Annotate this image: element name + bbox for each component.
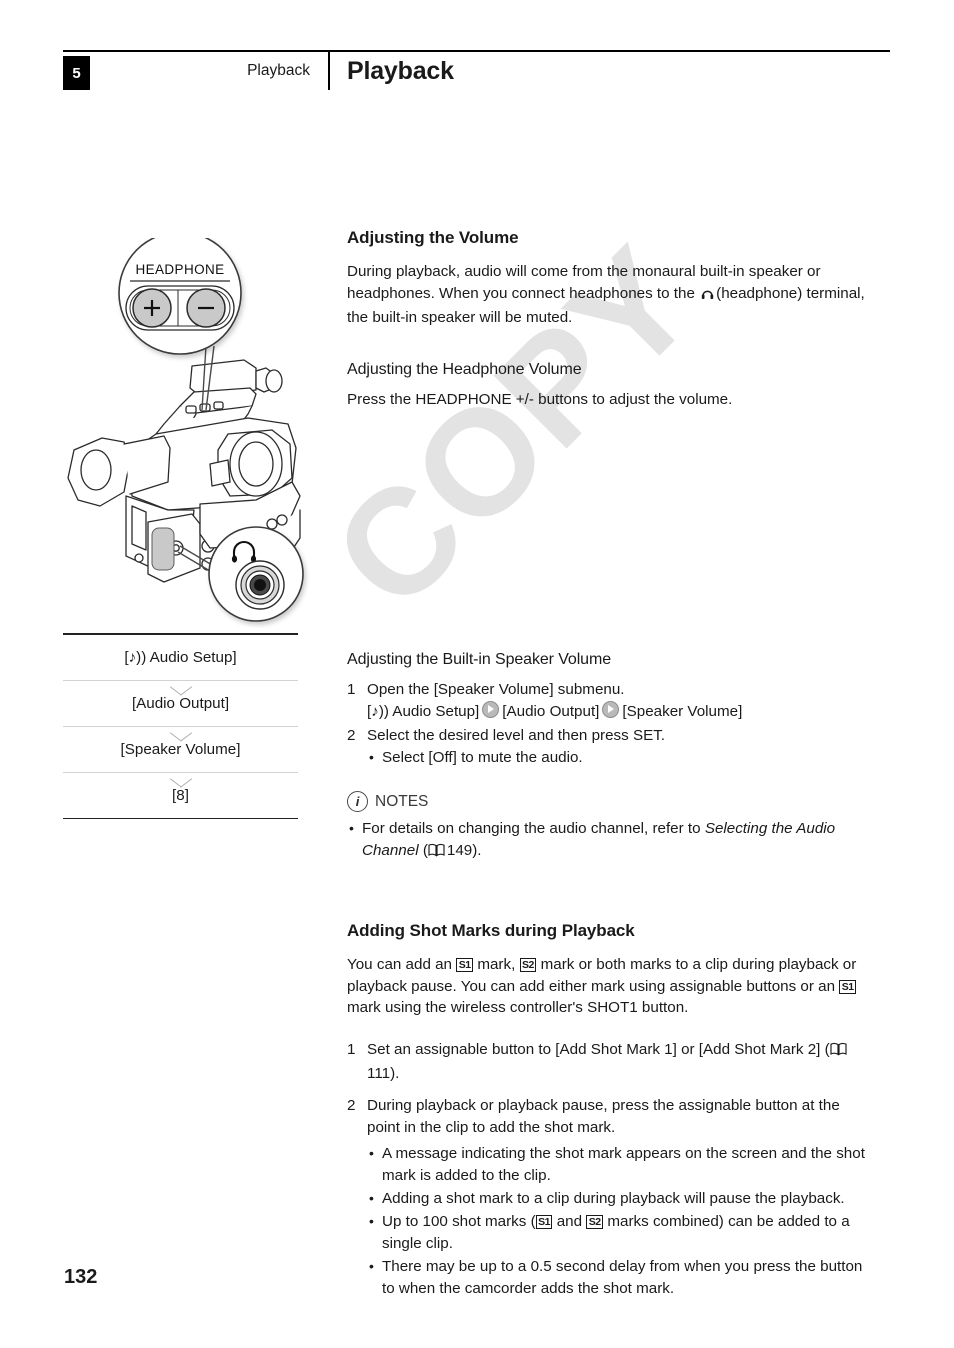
shot-marks-step-1-page: 111). [367, 1064, 400, 1082]
menu-row-audio-setup[interactable]: [♪)) Audio Setup] [63, 635, 298, 680]
notes-bullet-audio-channel: For details on changing the audio channe… [347, 817, 875, 864]
notes-bullet-page: 149). [446, 842, 482, 859]
adjusting-volume-intro: During playback, audio will come from th… [347, 261, 875, 329]
shot-marks-bullet-message: A message indicating the shot mark appea… [367, 1142, 875, 1187]
speaker-volume-steps: 1 Open the [Speaker Volume] submenu. [♪)… [347, 679, 875, 769]
speaker-step-2-bullet: Select [Off] to mute the audio. [367, 746, 875, 769]
shot-marks-step-1-number: 1 [347, 1040, 356, 1058]
notes-list: For details on changing the audio channe… [347, 817, 875, 864]
shot-marks-intro: You can add an S1 mark, S2 mark or both … [347, 954, 875, 1019]
shot-marks-step-2: 2 During playback or playback pause, pre… [347, 1095, 875, 1300]
menu-row-separator [63, 725, 298, 727]
subsection-heading-speaker-volume: Adjusting the Built-in Speaker Volume [347, 651, 612, 668]
menu-row-audio-setup-label: [♪)) Audio Setup] [124, 648, 237, 666]
menu-path-item-3: [Speaker Volume] [622, 703, 743, 720]
chapter-number-badge: 5 [63, 56, 90, 90]
page-title: Playback [347, 57, 454, 85]
speaker-step-2-text: Select the desired level and then press … [367, 727, 666, 744]
shot-mark-1-icon: S1 [535, 1214, 553, 1229]
subsection-heading-headphone-volume: Adjusting the Headphone Volume [347, 360, 582, 378]
section-heading-shot-marks: Adding Shot Marks during Playback [347, 921, 635, 940]
shot-marks-intro-d: mark using the wireless controller's SHO… [347, 999, 689, 1016]
shot-marks-bullet-pause: Adding a shot mark to a clip during play… [367, 1187, 875, 1210]
header-rule [63, 50, 890, 52]
shot-marks-step-2-number: 2 [347, 1096, 356, 1114]
notes-bullet-text-a: For details on changing the audio channe… [362, 820, 701, 837]
main-content-column: Adjusting the Volume During playback, au… [347, 228, 875, 1302]
shot-marks-step-1: 1 Set an assignable button to [Add Shot … [347, 1039, 875, 1085]
shot-mark-2-icon: S2 [519, 958, 537, 972]
shot-mark-1-icon: S1 [456, 958, 474, 972]
notes-label: NOTES [375, 792, 429, 810]
speaker-step-1-menu-path: [♪)) Audio Setup] [Audio Output] [Speaker … [367, 701, 875, 723]
speaker-step-2-number: 2 [347, 727, 356, 744]
headphone-callout-label: HEADPHONE [135, 262, 224, 277]
shot-marks-bullet-limit-b: and [556, 1212, 583, 1230]
camcorder-illustration: HEADPHONE [60, 231, 320, 628]
camcorder-illustration-svg: HEADPHONE [67, 231, 304, 622]
shot-mark-2-icon: S2 [586, 1214, 604, 1229]
book-icon [428, 842, 445, 864]
shot-marks-bullet-limit: Up to 100 shot marks (S1 and S2 marks co… [367, 1210, 875, 1255]
menu-row-separator [63, 771, 298, 773]
menu-path-item-2: [Audio Output] [502, 703, 600, 720]
notes-header: i NOTES [347, 791, 875, 812]
menu-row-audio-output-label: [Audio Output] [131, 694, 230, 712]
shot-mark-1-icon: S1 [839, 979, 857, 994]
speaker-step-2: 2 Select the desired level and then pres… [347, 725, 875, 769]
page-number: 132 [64, 1266, 98, 1288]
speaker-step-2-bullets: Select [Off] to mute the audio. [367, 746, 875, 769]
menu-path-item-1: [♪)) Audio Setup] [367, 703, 480, 720]
menu-row-speaker-volume-label: [Speaker Volume] [120, 740, 241, 758]
shot-marks-bullets: A message indicating the shot mark appea… [367, 1142, 875, 1300]
shot-marks-bullet-delay: There may be up to a 0.5 second delay fr… [367, 1255, 875, 1300]
speaker-step-1-number: 1 [347, 681, 356, 698]
headphone-icon [700, 286, 715, 308]
arrow-right-icon [602, 701, 620, 718]
shot-marks-step-1-text: Set an assignable button to [Add Shot Ma… [367, 1040, 821, 1058]
shot-marks-bullet-limit-a: Up to 100 shot marks ( [382, 1212, 536, 1230]
menu-row-value-label: [8] [172, 786, 189, 804]
menu-table-bottom-rule [63, 817, 298, 820]
shot-marks-steps: 1 Set an assignable button to [Add Shot … [347, 1039, 875, 1300]
shot-marks-intro-a: You can add an [347, 956, 453, 973]
arrow-right-icon [482, 701, 500, 718]
menu-path-table: [♪)) Audio Setup] [Audio Output] [Speake… [63, 633, 298, 820]
section-heading-adjusting-volume: Adjusting the Volume [347, 228, 519, 247]
shot-marks-step-2-text: During playback or playback pause, press… [367, 1096, 840, 1136]
running-head: Playback [247, 62, 310, 79]
menu-row-separator [63, 679, 298, 681]
info-icon: i [347, 791, 368, 812]
speaker-step-1: 1 Open the [Speaker Volume] submenu. [♪)… [347, 679, 875, 723]
document-page: COPY 5 Playback Playback HEADPHONE [♪)) … [0, 0, 954, 1348]
book-icon [830, 1041, 847, 1063]
headphone-volume-body: Press the HEADPHONE +/- buttons to adjus… [347, 390, 733, 408]
speaker-step-1-text: Open the [Speaker Volume] submenu. [367, 681, 625, 698]
header-divider [328, 52, 330, 90]
shot-marks-intro-b: mark, [477, 956, 516, 973]
